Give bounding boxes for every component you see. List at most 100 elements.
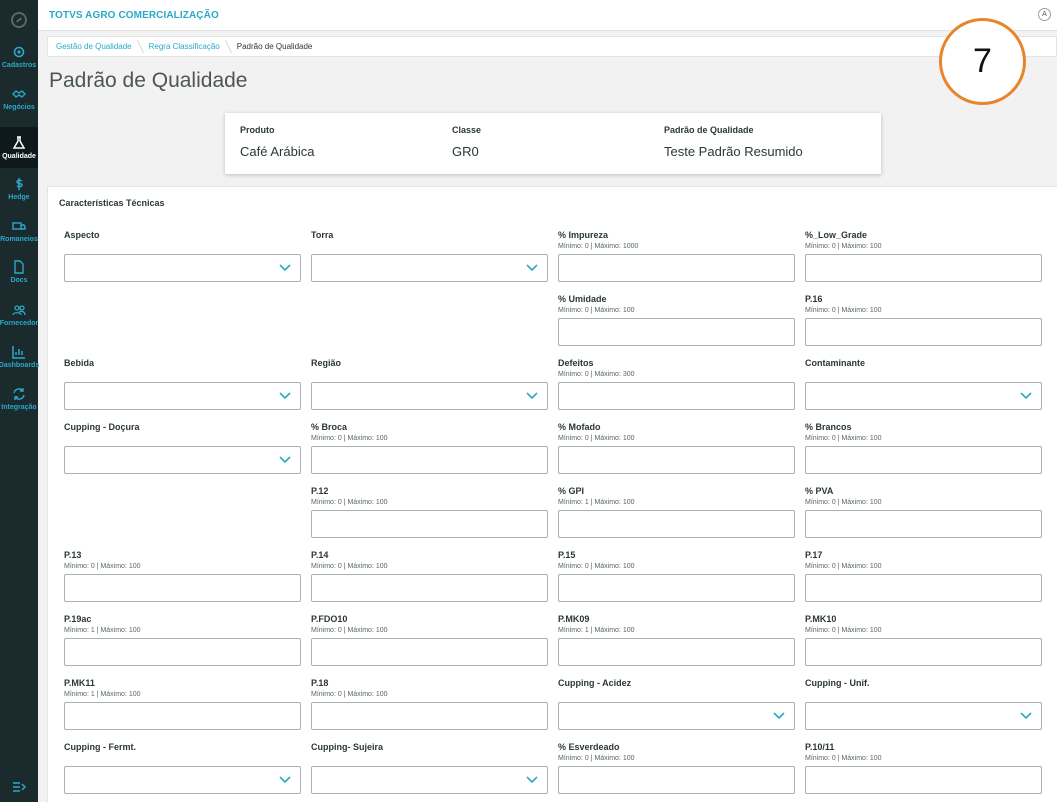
breadcrumb-item-gestao-qualidade[interactable]: Gestão de Qualidade: [48, 37, 141, 56]
breadcrumb-item-padrao-qualidade: Padrão de Qualidade: [236, 42, 313, 51]
input-p-13[interactable]: [64, 574, 301, 602]
input-esverdeado[interactable]: [558, 766, 795, 794]
sidebar-item-label: Qualidade: [2, 152, 36, 160]
sidebar-item-qualidade[interactable]: Qualidade: [0, 127, 38, 168]
select-regiao[interactable]: [311, 382, 548, 410]
field-label: Bebida: [64, 358, 95, 368]
top-bar: TOTVS AGRO COMERCIALIZAÇÃO A: [38, 0, 1057, 31]
input-p-12[interactable]: [311, 510, 548, 538]
input-impureza[interactable]: [558, 254, 795, 282]
sidebar-item-label: Romaneios: [0, 235, 38, 243]
input-broca[interactable]: [311, 446, 548, 474]
field-label: Defeitos: [558, 358, 594, 368]
input-p-fdo10[interactable]: [311, 638, 548, 666]
input-p-16[interactable]: [805, 318, 1042, 346]
field-label: Aspecto: [64, 230, 100, 240]
input-p-14[interactable]: [311, 574, 548, 602]
input-p-19ac[interactable]: [64, 638, 301, 666]
chevron-down-icon: [279, 264, 291, 272]
app-title: TOTVS AGRO COMERCIALIZAÇÃO: [49, 10, 219, 21]
sidebar-item-label: Cadastros: [1, 61, 37, 69]
field-label: % Impureza: [558, 230, 609, 240]
field-label: % Mofado: [558, 422, 601, 432]
sidebar-item-negocios[interactable]: Negócios: [0, 78, 38, 119]
select-cupping-fermt[interactable]: [64, 766, 301, 794]
bar-chart-icon: [12, 345, 26, 359]
field-label: Cupping - Fermt.: [64, 742, 136, 752]
chevron-down-icon: [279, 392, 291, 400]
class-label: Classe: [452, 125, 482, 135]
input-mofado[interactable]: [558, 446, 795, 474]
field-label: P.13: [64, 550, 82, 560]
select-cupping-unif[interactable]: [805, 702, 1042, 730]
sidebar-item-integracao[interactable]: Integração: [0, 378, 38, 419]
collapse-menu-icon[interactable]: [0, 778, 38, 796]
field-range-hint: Mínimo: 0 | Máximo: 100: [558, 755, 635, 762]
input-p-17[interactable]: [805, 574, 1042, 602]
sidebar-item-hedge[interactable]: Hedge: [0, 168, 38, 209]
input-p-mk09[interactable]: [558, 638, 795, 666]
sidebar-item-docs[interactable]: Docs: [0, 251, 38, 292]
field-label: P.MK11: [64, 678, 95, 688]
input-p-18[interactable]: [311, 702, 548, 730]
field-range-hint: Mínimo: 0 | Máximo: 100: [311, 691, 388, 698]
select-cupping-docura[interactable]: [64, 446, 301, 474]
field-range-hint: Mínimo: 1 | Máximo: 100: [64, 627, 141, 634]
chevron-down-icon: [1020, 392, 1032, 400]
field-label: % Umidade: [558, 294, 607, 304]
select-torra[interactable]: [311, 254, 548, 282]
field-range-hint: Mínimo: 0 | Máximo: 100: [805, 627, 882, 634]
field-range-hint: Mínimo: 1 | Máximo: 100: [558, 499, 635, 506]
field-label: % GPI: [558, 486, 585, 496]
chevron-down-icon: [279, 776, 291, 784]
select-bebida[interactable]: [64, 382, 301, 410]
select-cupping-sujeira[interactable]: [311, 766, 548, 794]
field-label: P.15: [558, 550, 576, 560]
field-label: Cupping- Sujeira: [311, 742, 383, 752]
input-p-10-11[interactable]: [805, 766, 1042, 794]
sidebar-item-label: Negócios: [3, 103, 35, 111]
sidebar-item-fornecedor[interactable]: Fornecedor: [0, 294, 38, 335]
field-label: Cupping - Doçura: [64, 422, 140, 432]
sidebar-item-label: Docs: [10, 276, 28, 284]
input-pva[interactable]: [805, 510, 1042, 538]
input-p-mk10[interactable]: [805, 638, 1042, 666]
user-avatar-button[interactable]: A: [1038, 8, 1051, 21]
chevron-down-icon: [279, 456, 291, 464]
input-umidade[interactable]: [558, 318, 795, 346]
field-range-hint: Mínimo: 0 | Máximo: 300: [558, 371, 635, 378]
field-range-hint: Mínimo: 0 | Máximo: 100: [558, 563, 635, 570]
input-defeitos[interactable]: [558, 382, 795, 410]
select-contaminante[interactable]: [805, 382, 1042, 410]
input-low-grade[interactable]: [805, 254, 1042, 282]
quality-standard-label: Padrão de Qualidade: [664, 125, 754, 135]
input-p-15[interactable]: [558, 574, 795, 602]
field-range-hint: Mínimo: 0 | Máximo: 100: [311, 435, 388, 442]
field-label: P.10/11: [805, 742, 835, 752]
field-range-hint: Mínimo: 0 | Máximo: 100: [64, 563, 141, 570]
class-info: Classe GR0: [452, 125, 481, 159]
field-range-hint: Mínimo: 0 | Máximo: 100: [311, 627, 388, 634]
sidebar-item-dashboards[interactable]: Dashboards: [0, 336, 39, 377]
field-label: % PVA: [805, 486, 834, 496]
field-label: Cupping - Unif.: [805, 678, 870, 688]
breadcrumb-item-regra-classificacao[interactable]: Regra Classificação: [141, 37, 229, 56]
field-label: P.MK09: [558, 614, 590, 624]
input-brancos[interactable]: [805, 446, 1042, 474]
select-cupping-acidez[interactable]: [558, 702, 795, 730]
flask-icon: [12, 135, 26, 150]
field-label: % Broca: [311, 422, 348, 432]
field-label: P.FDO10: [311, 614, 348, 624]
select-aspecto[interactable]: [64, 254, 301, 282]
chevron-down-icon: [526, 392, 538, 400]
sidebar-item-romaneios[interactable]: Romaneios: [0, 210, 38, 251]
input-gpi[interactable]: [558, 510, 795, 538]
field-label: %_Low_Grade: [805, 230, 868, 240]
sidebar-item-label: Hedge: [8, 193, 30, 201]
product-value: Café Arábica: [240, 144, 315, 159]
input-p-mk11[interactable]: [64, 702, 301, 730]
quality-standard-value: Teste Padrão Resumido: [664, 144, 803, 159]
field-label: P.14: [311, 550, 329, 560]
sidebar-item-cadastros[interactable]: Cadastros: [0, 36, 38, 77]
app-logo-icon[interactable]: [0, 0, 38, 40]
